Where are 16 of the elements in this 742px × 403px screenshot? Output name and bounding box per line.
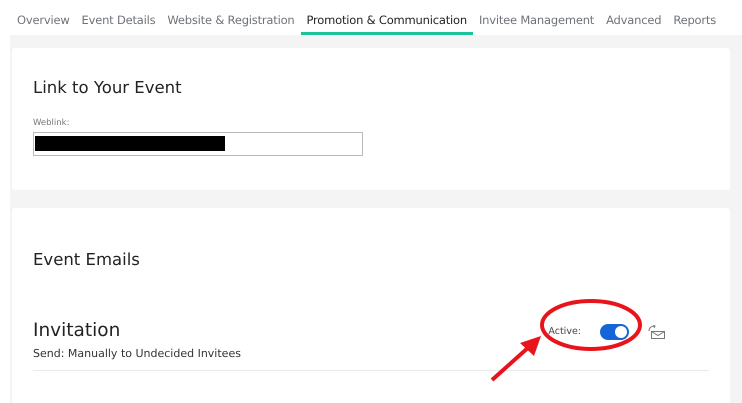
card-title: Link to Your Event xyxy=(33,78,183,98)
nav-tab[interactable]: Invitee Management xyxy=(472,0,600,35)
card-title: Event Emails xyxy=(33,250,141,270)
nav-tab[interactable]: Advanced xyxy=(600,0,668,35)
nav-tab[interactable]: Overview xyxy=(11,0,76,35)
nav-tab[interactable]: Website & Registration xyxy=(161,0,300,35)
field-label: Weblink: xyxy=(33,116,70,130)
active-label: Active: xyxy=(548,324,581,339)
envelope-icon[interactable] xyxy=(648,324,665,339)
weblink-field[interactable] xyxy=(33,132,363,156)
active-toggle[interactable] xyxy=(600,324,629,340)
nav-tab[interactable]: Reports xyxy=(667,0,722,35)
nav-tab[interactable]: Event Details xyxy=(76,0,162,35)
annotation-arrow xyxy=(490,336,541,382)
send-info: Send: Manually to Undecided Invitees xyxy=(33,346,241,362)
email-name: Invitation xyxy=(33,320,122,342)
